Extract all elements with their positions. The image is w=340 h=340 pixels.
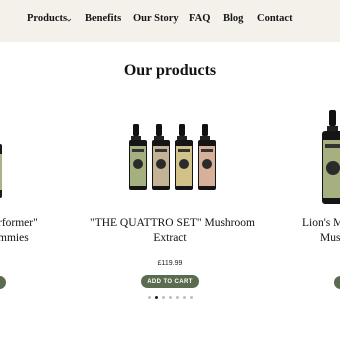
nav-benefits[interactable]: Benefits (85, 13, 121, 24)
nav-faq[interactable]: FAQ (189, 13, 210, 24)
carousel-dot[interactable] (183, 296, 186, 299)
nav-products[interactable]: Products (27, 13, 67, 24)
carousel-dot[interactable] (190, 296, 193, 299)
bottle-4 (198, 124, 216, 190)
chevron-down-icon (66, 18, 72, 22)
nav-our-story[interactable]: Our Story (133, 13, 179, 24)
product-price-quattro: £119.99 (157, 260, 183, 267)
add-to-cart-quattro-button[interactable]: ADD TO CART (141, 275, 199, 288)
bottle-3 (175, 124, 193, 190)
carousel-dots (148, 296, 193, 299)
product-image-left[interactable] (0, 140, 4, 200)
product-name-quattro-line2[interactable]: Extract (90, 231, 250, 246)
product-name-right-line2[interactable]: Mus (320, 231, 340, 246)
product-name-right-line1[interactable]: Lion's M (302, 216, 340, 231)
carousel-dot[interactable] (169, 296, 172, 299)
carousel-dot[interactable] (162, 296, 165, 299)
add-to-cart-right-button[interactable] (334, 276, 340, 289)
product-image-quattro-set[interactable] (128, 124, 220, 190)
nav-blog[interactable]: Blog (223, 13, 243, 24)
product-image-right[interactable] (320, 110, 340, 204)
product-name-left-line1[interactable]: rformer" (0, 216, 38, 231)
top-nav: Products Benefits Our Story FAQ Blog Con… (0, 0, 340, 42)
carousel-dot[interactable] (148, 296, 151, 299)
bottle-1 (129, 124, 147, 190)
bottle-2 (152, 124, 170, 190)
add-to-cart-left-button[interactable] (0, 276, 6, 289)
product-name-left-line2[interactable]: mmies (0, 231, 29, 246)
carousel-dot-active[interactable] (155, 296, 158, 299)
nav-contact[interactable]: Contact (257, 13, 293, 24)
carousel-dot[interactable] (176, 296, 179, 299)
section-title: Our products (123, 62, 217, 79)
product-name-quattro-line1[interactable]: "THE QUATTRO SET" Mushroom (90, 216, 255, 231)
